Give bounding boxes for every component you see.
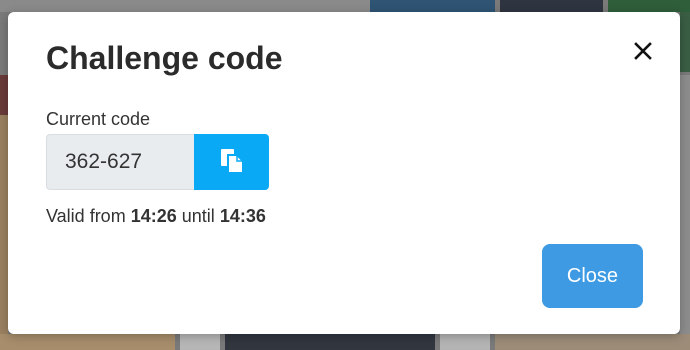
background-tile bbox=[495, 334, 690, 350]
challenge-code-modal: Challenge code Current code Valid from 1… bbox=[8, 12, 680, 334]
background-tile bbox=[680, 12, 690, 72]
background-tile bbox=[0, 115, 8, 335]
background-tile bbox=[608, 0, 690, 12]
challenge-code-field[interactable] bbox=[46, 134, 194, 190]
validity-middle: until bbox=[181, 206, 215, 226]
background-tile bbox=[500, 0, 603, 12]
background-tile bbox=[0, 0, 370, 12]
background-tile bbox=[680, 75, 690, 335]
background-tile bbox=[440, 334, 490, 350]
validity-text: Valid from 14:26 until 14:36 bbox=[46, 206, 266, 227]
modal-title: Challenge code bbox=[46, 40, 283, 76]
copy-code-button[interactable] bbox=[194, 134, 269, 190]
background-tile bbox=[180, 334, 220, 350]
background-tile bbox=[225, 334, 435, 350]
close-icon[interactable] bbox=[628, 36, 658, 66]
valid-until-time: 14:36 bbox=[219, 206, 266, 226]
code-input-group bbox=[46, 134, 269, 190]
background-tile bbox=[0, 75, 8, 115]
current-code-label: Current code bbox=[46, 109, 151, 129]
background-tile bbox=[370, 0, 495, 12]
validity-prefix: Valid from bbox=[46, 206, 126, 226]
valid-from-time: 14:26 bbox=[130, 206, 177, 226]
copy-icon bbox=[220, 148, 244, 177]
close-button[interactable]: Close bbox=[542, 244, 643, 308]
background-tile bbox=[0, 334, 175, 350]
